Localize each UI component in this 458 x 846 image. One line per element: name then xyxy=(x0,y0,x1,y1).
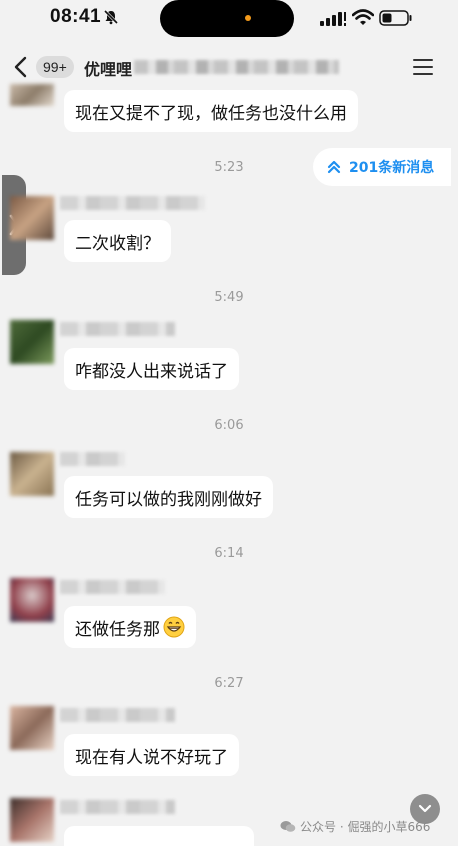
bell-muted-icon xyxy=(103,9,119,29)
avatar[interactable] xyxy=(10,798,54,842)
battery-icon xyxy=(379,10,413,30)
cellular-signal-icon xyxy=(320,11,346,30)
privacy-indicator-dot xyxy=(245,15,251,21)
message-bubble[interactable]: 现在有人说不好玩了 xyxy=(64,734,239,776)
sender-name-redacted xyxy=(60,708,175,722)
watermark: 公众号 · 倔强的小草666 xyxy=(280,818,430,835)
message-text: 还做任务那 xyxy=(75,619,160,640)
chat-title-redacted xyxy=(134,60,339,74)
sender-name-redacted xyxy=(60,452,125,466)
message-bubble[interactable]: 二次收割？ xyxy=(64,220,171,262)
sender-name-redacted xyxy=(60,322,175,336)
avatar[interactable] xyxy=(10,84,54,106)
sender-name-redacted xyxy=(60,800,175,814)
status-time: 08:41 xyxy=(50,6,102,27)
wechat-icon xyxy=(280,821,296,832)
message-bubble[interactable]: 现在又提不了现，做任务也没什么用 xyxy=(64,90,358,132)
grinning-face-icon xyxy=(163,616,185,638)
avatar[interactable] xyxy=(10,706,54,750)
chevron-down-icon xyxy=(418,804,432,813)
chat-title: 优哩哩 xyxy=(84,60,133,79)
dynamic-island xyxy=(160,0,294,37)
message-bubble[interactable]: 咋都没人出来说话了 xyxy=(64,348,239,390)
wifi-icon xyxy=(351,9,375,30)
sender-name-redacted xyxy=(60,580,165,594)
menu-icon[interactable] xyxy=(412,58,434,76)
new-messages-button[interactable]: 201条新消息 xyxy=(313,148,451,186)
message-bubble-partial[interactable] xyxy=(64,826,254,846)
avatar[interactable] xyxy=(10,452,54,496)
status-bar: 08:41 xyxy=(0,0,458,40)
back-button[interactable] xyxy=(12,56,30,78)
avatar[interactable] xyxy=(10,578,54,622)
message-bubble[interactable]: 还做任务那 xyxy=(64,606,196,648)
message-timestamp: 6:14 xyxy=(214,546,244,561)
chat-header: 99+ 优哩哩 xyxy=(0,42,458,90)
message-bubble[interactable]: 任务可以做的我刚刚做好 xyxy=(64,476,273,518)
unread-count-badge[interactable]: 99+ xyxy=(36,56,74,78)
watermark-text: 公众号 · 倔强的小草666 xyxy=(300,820,431,834)
avatar[interactable] xyxy=(10,196,54,240)
sender-name-redacted xyxy=(60,196,205,210)
new-messages-label: 201条新消息 xyxy=(349,160,435,176)
avatar[interactable] xyxy=(10,320,54,364)
double-chevron-up-icon xyxy=(327,160,341,174)
message-timestamp: 6:06 xyxy=(214,418,244,433)
message-timestamp: 5:49 xyxy=(214,290,244,305)
message-timestamp: 6:27 xyxy=(214,676,244,691)
